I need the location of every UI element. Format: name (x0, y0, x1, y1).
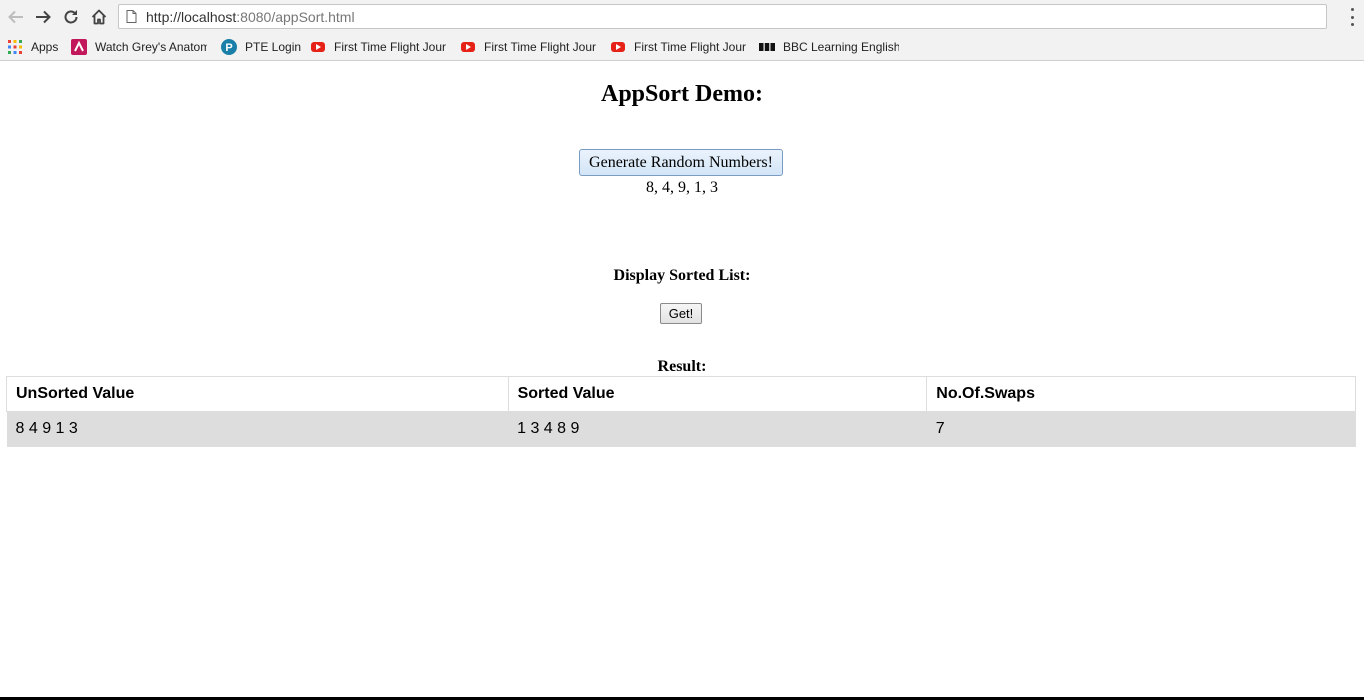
table-row: 8 4 9 1 3 1 3 4 8 9 7 (6, 411, 1356, 447)
table-header-row: UnSorted Value Sorted Value No.Of.Swaps (6, 376, 1356, 412)
bookmark-flight-journey-2[interactable]: First Time Flight Jour (460, 37, 596, 57)
sorted-value-cell: 1 3 4 8 9 (517, 420, 580, 438)
bookmark-flight-journey-3[interactable]: First Time Flight Jour (610, 37, 746, 57)
home-icon (91, 9, 107, 25)
youtube-icon (610, 39, 626, 55)
url-text: http://localhost:8080/appSort.html (146, 9, 355, 25)
back-arrow-icon (8, 10, 23, 24)
bookmark-label: Apps (31, 40, 59, 54)
swaps-count-cell: 7 (935, 420, 945, 438)
bookmark-label: First Time Flight Jour (634, 40, 746, 54)
get-button[interactable]: Get! (660, 303, 702, 324)
bookmark-apps[interactable]: Apps (7, 37, 65, 57)
bookmark-greys-anatomy[interactable]: Watch Grey's Anatom (71, 37, 207, 57)
page-content: AppSort Demo: Generate Random Numbers! 8… (0, 61, 1364, 700)
browser-toolbar: http://localhost:8080/appSort.html (0, 0, 1364, 34)
column-header-sorted: Sorted Value (508, 376, 928, 412)
back-button[interactable] (5, 6, 27, 28)
bookmark-label: First Time Flight Jour (484, 40, 596, 54)
address-bar[interactable]: http://localhost:8080/appSort.html (118, 4, 1327, 29)
reload-button[interactable] (60, 6, 82, 28)
result-heading: Result: (657, 358, 707, 375)
youtube-icon (310, 39, 326, 55)
result-table: UnSorted Value Sorted Value No.Of.Swaps … (6, 376, 1356, 447)
apps-grid-icon (7, 39, 23, 55)
column-header-unsorted: UnSorted Value (6, 376, 509, 412)
tv-show-icon (71, 39, 87, 55)
url-path: :8080/appSort.html (236, 9, 355, 25)
forward-button[interactable] (32, 6, 54, 28)
home-button[interactable] (88, 6, 110, 28)
pearson-icon: P (221, 39, 237, 55)
reload-icon (64, 10, 78, 24)
unsorted-value-cell: 8 4 9 1 3 (15, 420, 78, 438)
bookmark-flight-journey-1[interactable]: First Time Flight Jour (310, 37, 446, 57)
bookmarks-bar: Apps Watch Grey's Anatom P PTE Login Fir… (0, 34, 1364, 61)
bookmark-pte-login[interactable]: P PTE Login (221, 37, 301, 57)
random-numbers-output: 8, 4, 9, 1, 3 (646, 179, 718, 196)
page-icon (126, 10, 137, 23)
browser-menu-button[interactable] (1348, 8, 1356, 26)
forward-arrow-icon (36, 10, 51, 24)
bookmark-label: BBC Learning English (783, 40, 899, 54)
youtube-icon (460, 39, 476, 55)
bbc-icon (759, 39, 775, 55)
svg-text:P: P (225, 42, 232, 54)
display-sorted-list-heading: Display Sorted List: (613, 267, 751, 284)
bookmark-label: First Time Flight Jour (334, 40, 446, 54)
page-title: AppSort Demo: (601, 81, 763, 107)
bookmark-label: PTE Login (245, 40, 301, 54)
bookmark-label: Watch Grey's Anatom (95, 40, 207, 54)
column-header-swaps: No.Of.Swaps (926, 376, 1356, 412)
bookmark-bbc-learning-english[interactable]: BBC Learning English (759, 37, 899, 57)
url-host: http://localhost (146, 9, 237, 25)
generate-random-numbers-button[interactable]: Generate Random Numbers! (579, 149, 783, 176)
